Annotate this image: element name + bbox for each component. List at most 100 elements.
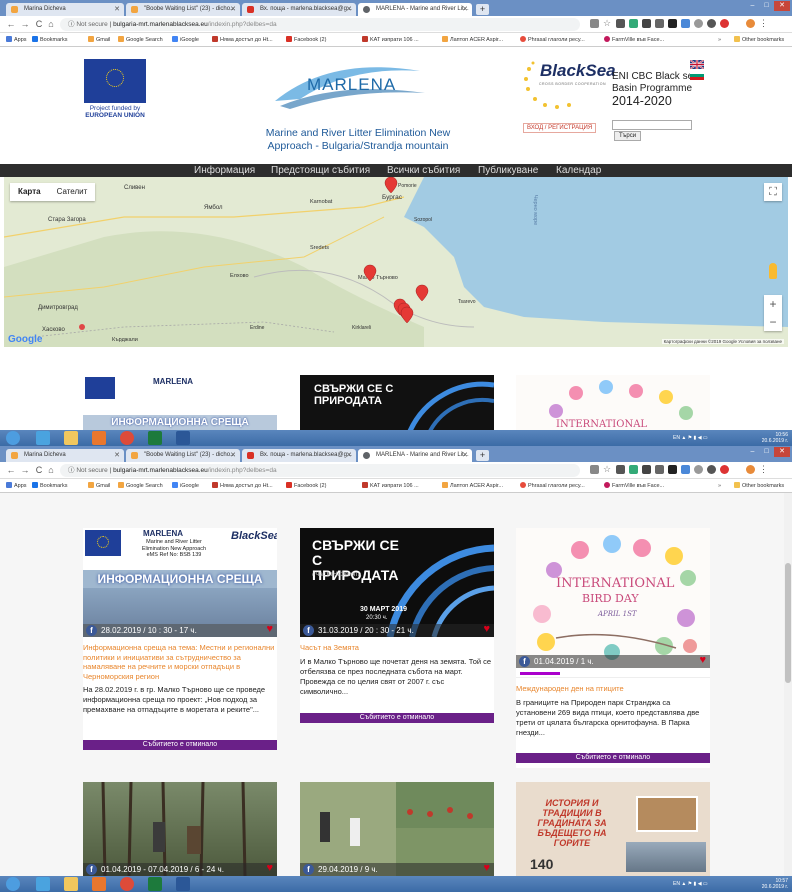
bookmark-laptop[interactable]: Лаптоп ACER Aspir... [442, 479, 503, 492]
extension-icon[interactable] [616, 19, 625, 28]
facebook-icon[interactable]: f [519, 656, 530, 667]
close-icon[interactable]: ✕ [230, 3, 236, 16]
search-button[interactable]: Търси [614, 131, 642, 141]
file-explorer-icon[interactable] [64, 431, 78, 445]
home-icon[interactable]: ⌂ [46, 19, 56, 29]
close-icon[interactable]: ✕ [346, 3, 352, 16]
menu-item-upcoming-events[interactable]: Предстоящи събития [271, 164, 370, 177]
extension-icon[interactable] [681, 465, 690, 474]
tab-3[interactable]: Вх. поща - marlena.blacksea@g... ✕ [242, 449, 356, 462]
event-card[interactable]: 29.04.2019 / 9 ч. f ♥ [300, 782, 494, 876]
tab-2[interactable]: "Boobe Waiting List" (23) - dicho... ✕ [126, 3, 240, 16]
heart-icon[interactable]: ♥ [266, 624, 273, 635]
media-player-icon[interactable] [92, 431, 106, 445]
tab-4-active[interactable]: MARLENA - Marine and River Lit... ✕ [358, 449, 472, 462]
menu-item-publish[interactable]: Публикуване [478, 164, 538, 177]
search-input[interactable] [612, 120, 692, 130]
heart-icon[interactable]: ♥ [483, 863, 490, 874]
start-button-icon[interactable] [6, 431, 20, 445]
heart-icon[interactable]: ♥ [483, 624, 490, 635]
page-scrollbar[interactable] [784, 493, 792, 876]
event-title[interactable]: Часът на Земята [300, 637, 494, 653]
chevron-right-icon[interactable]: » [718, 479, 721, 492]
zoom-out-button[interactable]: − [764, 313, 782, 331]
menu-item-information[interactable]: Информация [194, 164, 255, 177]
scrollbar-thumb[interactable] [785, 563, 791, 683]
street-view-pegman-icon[interactable] [769, 263, 777, 279]
home-icon[interactable]: ⌂ [46, 465, 56, 475]
new-tab-button[interactable]: + [476, 450, 489, 461]
extension-icon[interactable] [642, 465, 651, 474]
english-flag-icon[interactable] [689, 59, 705, 70]
window-close-button[interactable]: ✕ [774, 447, 790, 457]
menu-icon[interactable]: ⋮ [759, 465, 768, 474]
events-map[interactable]: Стара Загора Хасково Димитровград Бургас… [4, 177, 788, 347]
facebook-icon[interactable]: f [303, 864, 314, 875]
internet-explorer-icon[interactable] [36, 877, 50, 891]
extension-icon[interactable] [681, 19, 690, 28]
clock[interactable]: 10:57 20.6.2019 г. [762, 878, 788, 890]
maximize-button[interactable]: □ [760, 1, 773, 11]
bookmark-apps[interactable]: Apps [6, 479, 27, 492]
start-button-icon[interactable] [6, 877, 20, 891]
bookmark-other[interactable]: Other bookmarks [734, 479, 784, 492]
close-icon[interactable]: ✕ [114, 3, 120, 16]
minimize-button[interactable]: – [746, 1, 759, 11]
bookmark-facebook[interactable]: Facebook (2) [286, 33, 326, 46]
key-icon[interactable] [590, 19, 599, 28]
word-icon[interactable] [176, 431, 190, 445]
bulgarian-flag-icon[interactable] [690, 71, 704, 80]
event-card-preview[interactable]: СВЪРЖИ СЕ С ПРИРОДАТА [300, 375, 494, 430]
media-player-icon[interactable] [92, 877, 106, 891]
tray-icons[interactable]: EN ▲ ⚑ ▮ ◀ ▭ [673, 435, 708, 441]
chrome-icon[interactable] [120, 877, 134, 891]
close-icon[interactable]: ✕ [230, 449, 236, 462]
bookmark-google-search[interactable]: Google Search [118, 33, 163, 46]
bookmark-phrasal[interactable]: Phrasal глаголи pecy... [520, 33, 585, 46]
bookmark-phrasal[interactable]: Phrasal глаголи pecy... [520, 479, 585, 492]
minimize-button[interactable]: – [746, 447, 759, 457]
map-type-map-button[interactable]: Карта [10, 183, 49, 201]
zoom-in-button[interactable]: + [764, 295, 782, 313]
bookmark-bookmarks[interactable]: Bookmarks [32, 479, 68, 492]
tab-1[interactable]: Marina Dicheva ✕ [6, 449, 124, 462]
adblock-icon[interactable] [720, 19, 729, 28]
menu-item-calendar[interactable]: Календар [556, 164, 601, 177]
event-card[interactable]: MARLENA Marine and River Litter Eliminati… [83, 528, 277, 750]
bookmark-kat[interactable]: KAT изпрати 106 ... [362, 33, 419, 46]
event-card[interactable]: ИСТОРИЯ И ТРАДИЦИИ В ГРАДИНАТА ЗА БЪДЕЩЕ… [516, 782, 710, 876]
forward-icon[interactable]: → [20, 465, 30, 475]
block-icon[interactable] [694, 465, 703, 474]
bookmark-farmville[interactable]: FarmVille във Face... [604, 33, 664, 46]
event-card[interactable]: 01.04.2019 - 07.04.2019 / 6 - 24 ч. f ♥ [83, 782, 277, 876]
bookmark-farmville[interactable]: FarmVille във Face... [604, 479, 664, 492]
fullscreen-icon[interactable]: ⛶ [764, 183, 782, 201]
block-icon[interactable] [694, 19, 703, 28]
maximize-button[interactable]: □ [760, 447, 773, 457]
excel-icon[interactable] [148, 431, 162, 445]
extension-icon[interactable] [616, 465, 625, 474]
key-icon[interactable] [590, 465, 599, 474]
new-tab-button[interactable]: + [476, 4, 489, 15]
close-icon[interactable]: ✕ [114, 449, 120, 462]
avatar[interactable] [746, 19, 755, 28]
close-icon[interactable]: ✕ [462, 449, 468, 462]
extension-icon[interactable] [629, 465, 638, 474]
event-title[interactable]: Международен ден на птиците [516, 678, 710, 694]
bookmark-gmail[interactable]: Gmail [88, 479, 110, 492]
bookmark-apps[interactable]: Apps [6, 33, 27, 46]
bookmark-nyama-dostap[interactable]: Няма достъп до Ht... [212, 479, 273, 492]
tray-icons[interactable]: EN ▲ ⚑ ▮ ◀ ▭ [673, 881, 708, 887]
bookmark-kat[interactable]: KAT изпрати 106 ... [362, 479, 419, 492]
avatar[interactable] [746, 465, 755, 474]
tab-1[interactable]: Marina Dicheva ✕ [6, 3, 124, 16]
window-close-button[interactable]: ✕ [774, 1, 790, 11]
chevron-right-icon[interactable]: » [718, 33, 721, 46]
address-bar[interactable]: ⓘ Not secure | bulgaria-mrt.marlenablack… [60, 18, 580, 31]
extension-icon[interactable] [642, 19, 651, 28]
reload-icon[interactable]: C [34, 19, 44, 29]
extension-icon[interactable] [668, 465, 677, 474]
adblock-icon[interactable] [720, 465, 729, 474]
heart-icon[interactable]: ♥ [699, 655, 706, 666]
menu-item-all-events[interactable]: Всички събития [387, 164, 460, 177]
